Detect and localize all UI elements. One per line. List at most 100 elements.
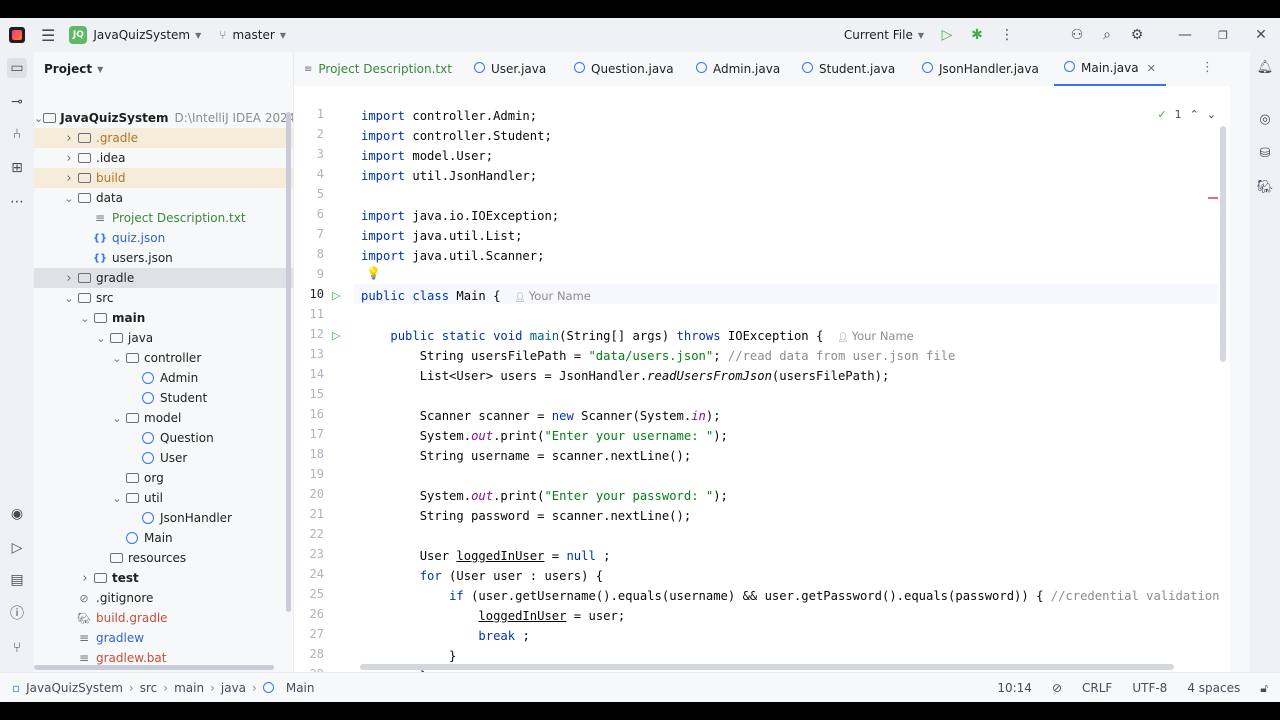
tree-item[interactable]: › test (34, 568, 293, 588)
more-tools-icon[interactable]: ⋯ (7, 192, 27, 212)
tree-item[interactable]: ≡ Project Description.txt (34, 208, 293, 228)
indent-setting[interactable]: 4 spaces (1187, 681, 1240, 695)
tree-item[interactable]: ⌄ src (34, 288, 293, 308)
breadcrumb-item[interactable]: Main (286, 681, 315, 695)
tree-item[interactable]: Main (34, 528, 293, 548)
tree-item[interactable]: {} users.json (34, 248, 293, 268)
code-line[interactable]: String usersFilePath = "data/users.json"… (361, 346, 956, 366)
gradle-icon[interactable]: 🐘︎ (1256, 180, 1274, 195)
tab-project-description-txt[interactable]: ≡ Project Description.txt (304, 52, 452, 86)
line-separator[interactable]: CRLF (1082, 681, 1112, 695)
code-line[interactable]: import java.util.Scanner; (361, 246, 544, 266)
line-number[interactable]: 17 (294, 427, 324, 441)
code-line[interactable]: public class Main {👤︎ Your Name (361, 286, 591, 306)
editor-vertical-scrollbar[interactable] (1220, 126, 1226, 362)
inspection-widget[interactable]: ✓ 1 ⌃ ⌄ (1157, 108, 1216, 121)
tree-item[interactable]: ⌄ controller (34, 348, 293, 368)
tab-student-java[interactable]: Student.java (802, 52, 895, 86)
line-number[interactable]: 21 (294, 507, 324, 521)
line-number[interactable]: 16 (294, 407, 324, 421)
no-inspections-icon[interactable]: ⊘ (1052, 681, 1062, 695)
chevron-down-icon[interactable]: ⌄ (1207, 108, 1216, 121)
line-number[interactable]: 12 (294, 327, 324, 341)
line-number[interactable]: 3 (294, 147, 324, 161)
line-number[interactable]: 13 (294, 347, 324, 361)
gear-icon[interactable]: ⚙ (1122, 27, 1152, 43)
tree-item[interactable]: › .idea (34, 148, 293, 168)
horizontal-scrollbar[interactable] (34, 665, 274, 670)
tree-item[interactable]: Admin (34, 368, 293, 388)
line-number[interactable]: 11 (294, 307, 324, 321)
code-line[interactable]: import controller.Student; (361, 126, 552, 146)
services-icon[interactable]: ◉ (7, 504, 27, 524)
chevron-right-icon[interactable]: › (62, 271, 76, 286)
chevron-down-icon[interactable]: ⌄ (110, 412, 124, 425)
error-stripe-mark[interactable] (1208, 197, 1218, 199)
problems-icon[interactable]: ⓘ (7, 604, 27, 624)
chevron-down-icon[interactable]: ⌄ (110, 352, 124, 365)
chevron-right-icon[interactable]: › (62, 131, 76, 146)
line-number[interactable]: 2 (294, 127, 324, 141)
chevron-down-icon[interactable]: ⌄ (78, 312, 92, 325)
line-number[interactable]: 23 (294, 547, 324, 561)
tree-item[interactable]: ⌄ util (34, 488, 293, 508)
code-line[interactable]: User loggedInUser = null ; (361, 546, 611, 566)
chevron-up-icon[interactable]: ⌃ (1190, 108, 1199, 121)
line-number[interactable]: 14 (294, 367, 324, 381)
notifications-icon[interactable]: 🔔︎ (1256, 60, 1274, 75)
lock-icon[interactable]: 🔓︎ (1260, 681, 1268, 696)
tab-list-menu-icon[interactable]: ⋮ (1201, 60, 1214, 75)
lightbulb-icon[interactable]: 💡 (366, 266, 381, 280)
code-line[interactable]: String password = scanner.nextLine(); (361, 506, 692, 526)
line-number[interactable]: 10 (294, 287, 324, 301)
tree-item[interactable]: ⌄ main (34, 308, 293, 328)
tree-item[interactable]: ⌄ model (34, 408, 293, 428)
tab-question-java[interactable]: Question.java (574, 52, 674, 86)
code-line[interactable]: String username = scanner.nextLine(); (361, 446, 692, 466)
chevron-down-icon[interactable]: ⌄ (62, 192, 76, 205)
tab-jsonhandler-java[interactable]: JsonHandler.java (922, 52, 1039, 86)
tree-item[interactable]: Question (34, 428, 293, 448)
editor-horizontal-scrollbar[interactable] (360, 664, 1174, 670)
line-number[interactable]: 6 (294, 207, 324, 221)
tab-main-java[interactable]: Main.java ✕ (1054, 52, 1166, 86)
chevron-down-icon[interactable]: ⌄ (62, 292, 76, 305)
tree-item[interactable]: ⌄ java (34, 328, 293, 348)
code-line[interactable]: Scanner scanner = new Scanner(System.in)… (361, 406, 721, 426)
line-number[interactable]: 8 (294, 247, 324, 261)
chevron-down-icon[interactable]: ⌄ (94, 332, 108, 345)
chevron-down-icon[interactable]: ⌄ (110, 492, 124, 505)
file-encoding[interactable]: UTF-8 (1132, 681, 1167, 695)
code-line[interactable]: import util.JsonHandler; (361, 166, 537, 186)
search-icon[interactable]: ⌕ (1092, 27, 1122, 43)
structure-icon[interactable]: ⊞ (7, 158, 27, 178)
line-number[interactable]: 9 (294, 267, 324, 281)
close-tab-icon[interactable]: ✕ (1147, 62, 1156, 75)
tree-item[interactable]: Student (34, 388, 293, 408)
code-line[interactable]: break ; (361, 626, 529, 646)
code-line[interactable]: import model.User; (361, 146, 493, 166)
tree-item[interactable]: ⌄ JavaQuizSystem D:\IntelliJ IDEA 2024.3 (34, 108, 293, 128)
tree-item[interactable]: ≡ gradlew (34, 628, 293, 648)
breadcrumb-item[interactable]: src (140, 681, 158, 695)
line-number[interactable]: 24 (294, 567, 324, 581)
chevron-right-icon[interactable]: › (62, 151, 76, 166)
line-number[interactable]: 26 (294, 607, 324, 621)
tab-user-java[interactable]: User.java (474, 52, 546, 86)
line-number-gutter[interactable]: 1 2 3 4 5 6 7 8 9 10 ▷ 11 12 ▷ 13 14 15 16 17 18 19 20 21 22 23 2… (294, 86, 354, 672)
close-icon[interactable]: ✕ (1242, 27, 1280, 43)
code-line[interactable]: List<User> users = JsonHandler.readUsers… (361, 366, 890, 386)
tree-item[interactable]: › .gradle (34, 128, 293, 148)
code-line[interactable]: import java.io.IOException; (361, 206, 559, 226)
run-icon[interactable]: ▷ (932, 27, 962, 43)
run-config-selector[interactable]: Current File ▼ (838, 18, 924, 52)
line-number[interactable]: 15 (294, 387, 324, 401)
line-number[interactable]: 28 (294, 647, 324, 661)
run-gutter-icon[interactable]: ▷ (332, 289, 340, 302)
tree-item[interactable]: › gradle (34, 268, 293, 288)
tree-item[interactable]: ⊘ .gitignore (34, 588, 293, 608)
commit-icon[interactable]: ⊸ (7, 92, 27, 112)
more-actions-icon[interactable]: ⋮ (992, 27, 1022, 43)
breadcrumb-item[interactable]: JavaQuizSystem (26, 681, 123, 695)
tree-item[interactable]: ⌄ data (34, 188, 293, 208)
